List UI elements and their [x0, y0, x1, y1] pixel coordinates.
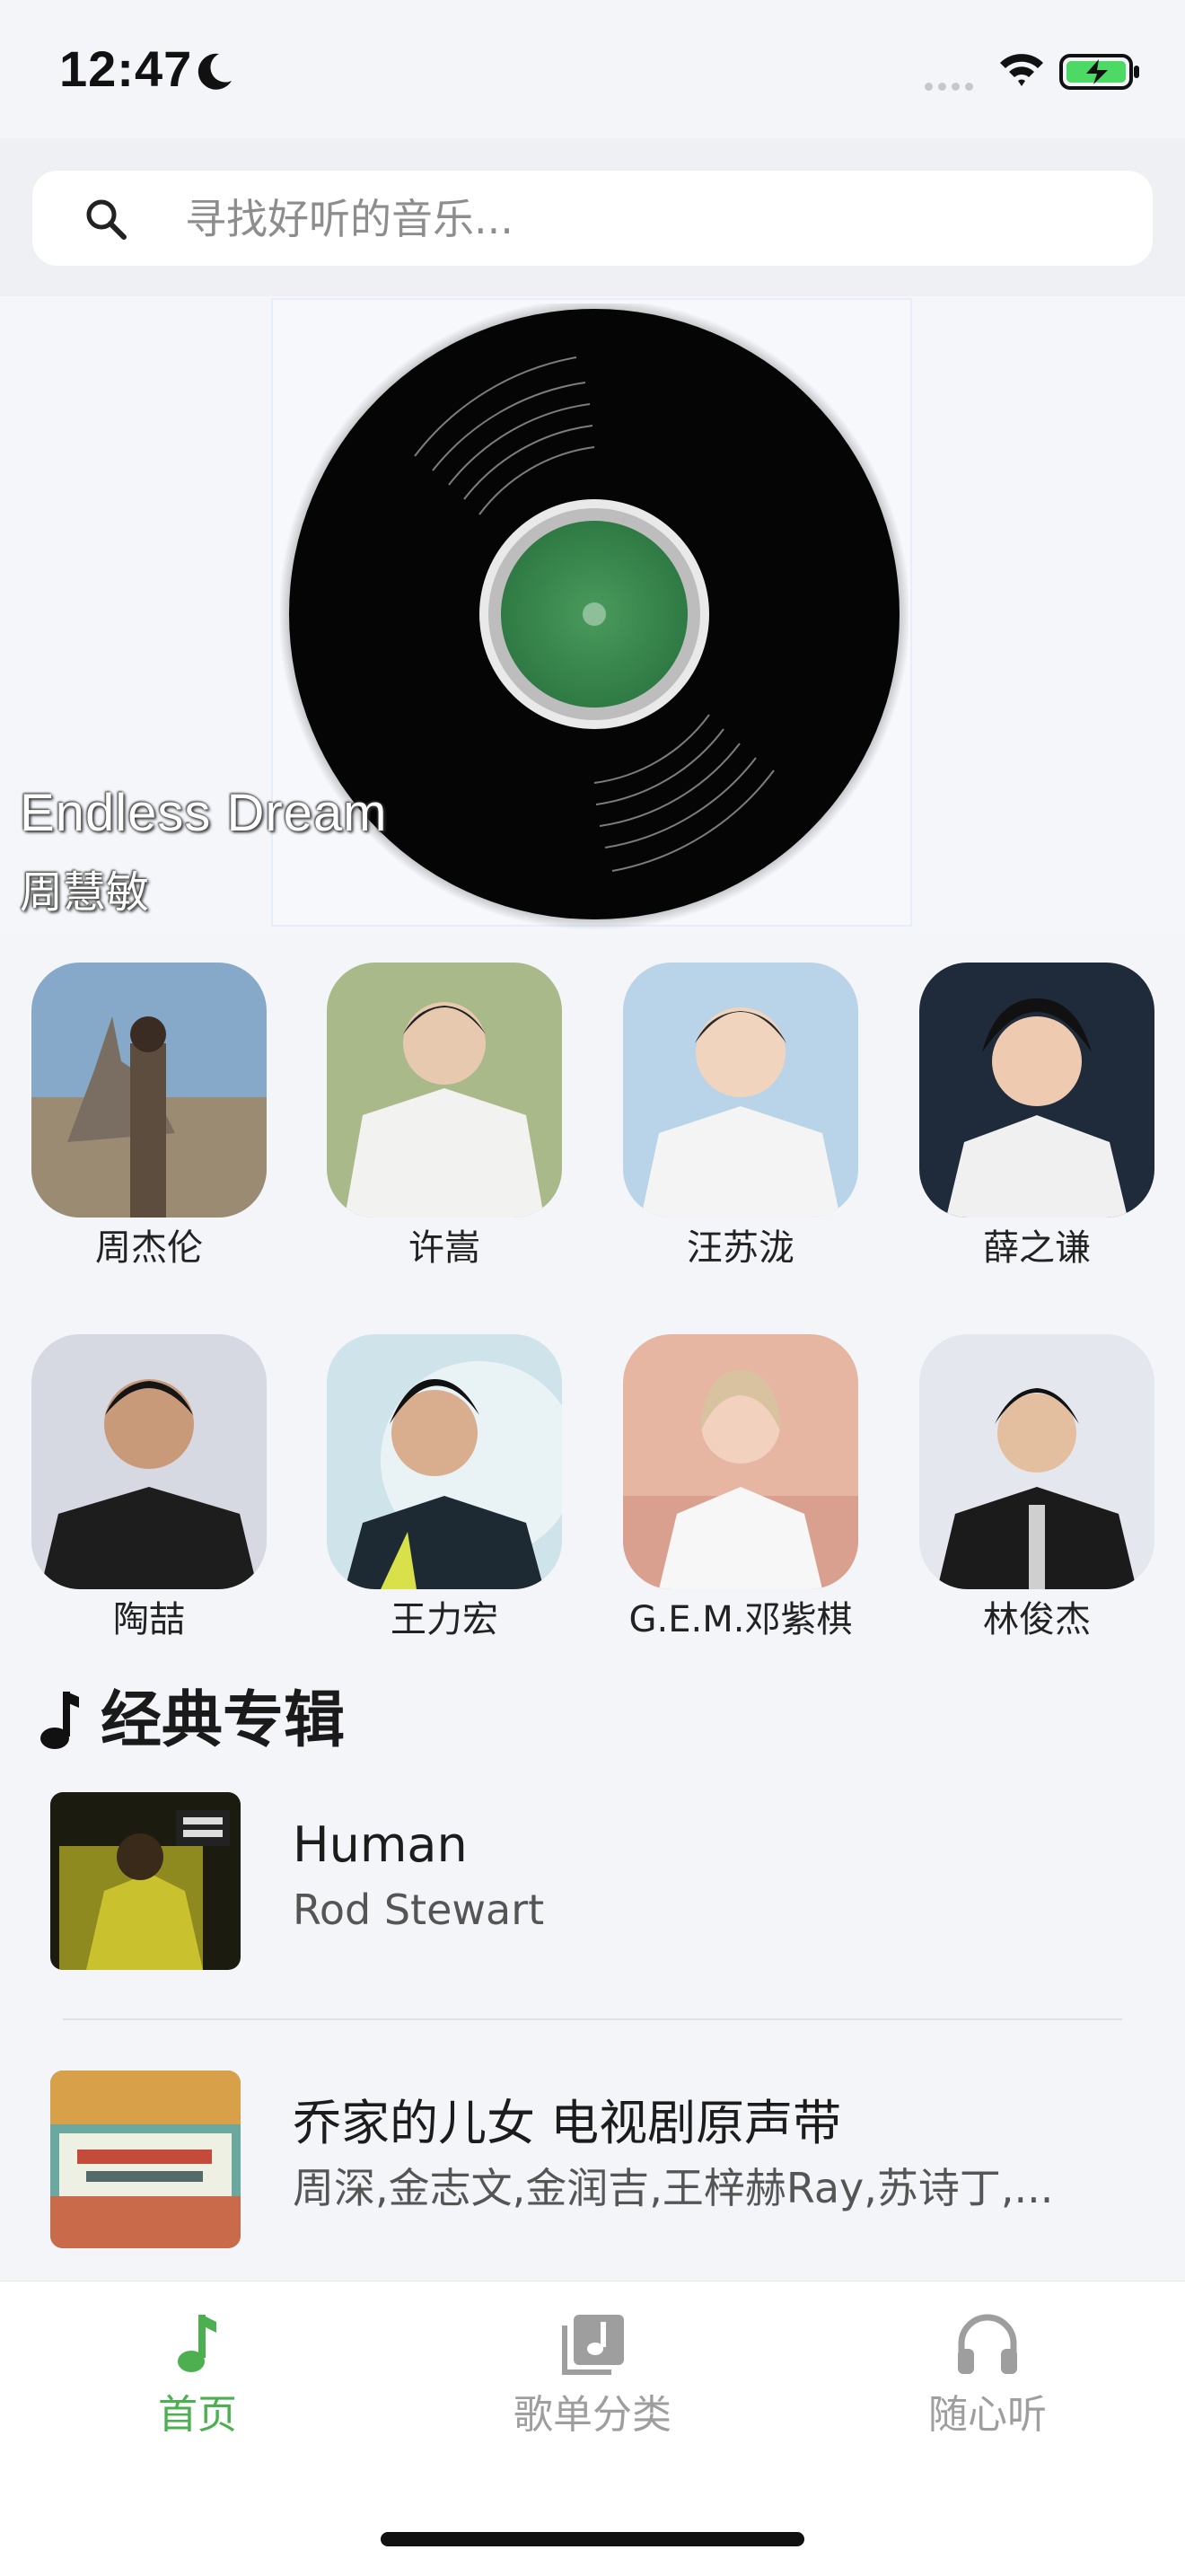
album-cover	[50, 2070, 241, 2248]
artist-card[interactable]: G.E.M.邓紫棋	[623, 1334, 858, 1643]
search-icon	[86, 199, 127, 240]
artist-name: G.E.M.邓紫棋	[628, 1599, 853, 1640]
headphones-icon	[958, 2314, 1017, 2374]
battery-charging-icon	[1059, 54, 1139, 90]
list-divider	[63, 2018, 1122, 2020]
artist-name: 王力宏	[391, 1599, 498, 1640]
artist-photo	[919, 1334, 1154, 1589]
artist-card[interactable]: 许嵩	[327, 963, 562, 1271]
tab-label: 歌单分类	[514, 2392, 672, 2438]
artist-photo	[327, 963, 562, 1218]
music-note-icon	[40, 1692, 79, 1749]
artist-name: 薛之谦	[983, 1227, 1091, 1269]
section-title: 经典专辑	[101, 1685, 346, 1756]
tab-label: 随心听	[928, 2392, 1047, 2438]
album-cover	[50, 1792, 241, 1970]
artist-photo	[327, 1334, 562, 1589]
album-list-item[interactable]: 乔家的儿女 电视剧原声带 周深,金志文,金润吉,王梓赫Ray,苏诗丁,...	[50, 2070, 1128, 2250]
album-library-icon	[562, 2315, 624, 2375]
music-note-icon	[178, 2315, 216, 2372]
artist-name: 周杰伦	[95, 1227, 203, 1269]
artist-photo	[623, 1334, 858, 1589]
artist-name: 许嵩	[408, 1227, 480, 1269]
album-artists: 周深,金志文,金润吉,王梓赫Ray,苏诗丁,...	[293, 2164, 1054, 2212]
search-placeholder: 寻找好听的音乐...	[185, 195, 514, 243]
artist-card[interactable]: 林俊杰	[919, 1334, 1154, 1643]
album-artists: Rod Stewart	[293, 1886, 545, 1934]
artist-card[interactable]: 汪苏泷	[623, 963, 858, 1271]
artist-photo	[623, 963, 858, 1218]
album-title: 乔家的儿女 电视剧原声带	[293, 2095, 842, 2151]
album-list-item[interactable]: Human Rod Stewart	[50, 1792, 1128, 1972]
tab-playlist-categories[interactable]: 歌单分类	[476, 2309, 709, 2442]
artist-card[interactable]: 薛之谦	[919, 963, 1154, 1271]
artist-name: 林俊杰	[983, 1599, 1091, 1640]
artist-card[interactable]: 王力宏	[327, 1334, 562, 1643]
artist-photo	[31, 1334, 267, 1589]
artist-photo	[919, 963, 1154, 1218]
wifi-icon	[1000, 54, 1043, 86]
artist-photo	[31, 963, 267, 1218]
artist-card[interactable]: 周杰伦	[31, 963, 267, 1271]
tab-random-listen[interactable]: 随心听	[871, 2309, 1104, 2442]
hero-song-title: Endless Dream	[20, 784, 388, 842]
home-indicator[interactable]	[381, 2532, 804, 2546]
moon-icon	[198, 53, 232, 90]
tab-home[interactable]: 首页	[81, 2309, 314, 2442]
hero-song-artist: 周慧敏	[20, 867, 150, 918]
signal-dots-icon	[925, 77, 979, 94]
artist-name: 陶喆	[113, 1599, 185, 1640]
status-time: 12:47	[59, 40, 193, 97]
artist-card[interactable]: 陶喆	[31, 1334, 267, 1643]
artist-name: 汪苏泷	[687, 1227, 794, 1269]
tab-label: 首页	[158, 2392, 237, 2438]
album-title: Human	[293, 1816, 468, 1873]
